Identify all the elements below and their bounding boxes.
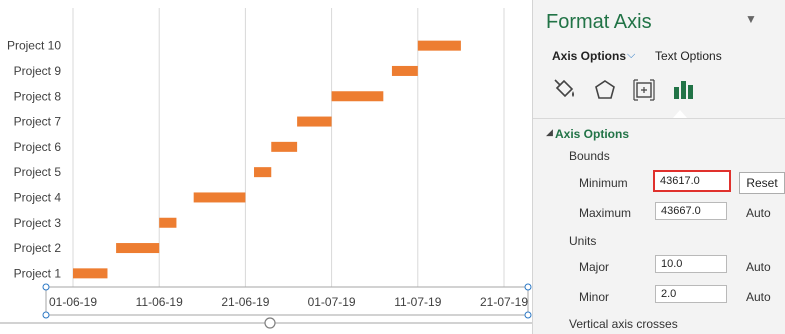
reset-button[interactable]: Reset (739, 172, 785, 194)
tab-text-options[interactable]: Text Options (655, 49, 722, 63)
selection-handle-1 (524, 283, 532, 291)
maximum-auto-label: Auto (746, 206, 771, 220)
bar-9 (391, 65, 418, 76)
x-tick-label-1: 11-06-19 (136, 295, 183, 309)
bar-3 (159, 217, 177, 228)
bar-5 (254, 167, 272, 178)
selection-handle-2 (42, 311, 50, 319)
pane-options-chevron-icon[interactable]: ▼ (745, 12, 757, 26)
y-tick-label-6: Project 6 (14, 140, 62, 154)
x-tick-label-5: 21-07-19 (480, 295, 528, 309)
x-tick-label-4: 11-07-19 (394, 295, 441, 309)
vertical-axis-crosses-label: Vertical axis crosses (569, 317, 678, 331)
minor-input[interactable]: 2.0 (655, 285, 727, 303)
section-axis-options[interactable]: Axis Options (555, 127, 629, 141)
gantt-chart-area[interactable]: Project 1 Project 2 Project 3 Project 4 Proj… (0, 0, 532, 334)
y-tick-label-4: Project 4 (14, 190, 62, 204)
y-tick-label-8: Project 8 (14, 89, 62, 103)
axis-options-bar-icon[interactable] (669, 76, 697, 104)
bounds-label: Bounds (569, 149, 610, 163)
axis-options-dropdown-icon[interactable]: ⌵ (627, 49, 635, 62)
pane-divider (533, 118, 785, 119)
effects-pentagon-icon[interactable] (591, 76, 619, 104)
x-tick-label-3: 01-07-19 (308, 295, 356, 309)
maximum-input[interactable]: 43667.0 (655, 202, 727, 220)
y-tick-label-9: Project 9 (14, 64, 62, 78)
minor-label: Minor (579, 290, 610, 304)
major-input[interactable]: 10.0 (655, 255, 727, 273)
bar-7 (297, 116, 332, 127)
size-properties-icon[interactable] (630, 76, 658, 104)
collapse-triangle-icon[interactable]: ◢ (546, 127, 553, 138)
bar-1 (73, 268, 108, 279)
format-axis-pane: Format Axis ▼ Axis Options ⌵ Text Option… (532, 0, 785, 334)
minimum-label: Minimum (579, 176, 628, 190)
maximum-label: Maximum (579, 206, 632, 220)
selection-handle-3 (524, 311, 532, 319)
fill-line-icon[interactable] (551, 76, 579, 104)
y-tick-label-1: Project 1 (14, 266, 62, 280)
y-tick-label-2: Project 2 (14, 241, 62, 255)
y-tick-label-7: Project 7 (14, 115, 62, 129)
bar-4 (193, 192, 246, 203)
selection-handle-0 (42, 283, 50, 291)
bar-10 (417, 40, 461, 51)
y-tick-label-10: Project 10 (7, 39, 61, 53)
x-axis-selection-box (45, 286, 529, 316)
units-label: Units (569, 234, 597, 248)
y-tick-label-3: Project 3 (14, 216, 62, 230)
major-auto-label: Auto (746, 260, 771, 274)
x-tick-label-2: 21-06-19 (221, 295, 269, 309)
bar-6 (271, 141, 298, 152)
x-tick-label-0: 01-06-19 (49, 295, 97, 309)
bar-8 (331, 91, 384, 102)
pane-title: Format Axis (546, 11, 652, 33)
minimum-input[interactable]: 43617.0 (653, 170, 731, 192)
minor-auto-label: Auto (746, 290, 771, 304)
selected-tab-pointer (673, 110, 687, 118)
bar-2 (116, 243, 160, 254)
y-tick-label-5: Project 5 (14, 165, 62, 179)
tab-axis-options[interactable]: Axis Options (552, 49, 626, 63)
major-label: Major (579, 260, 610, 274)
chart-resize-handle (264, 317, 276, 329)
gantt-chart[interactable]: Project 1 Project 2 Project 3 Project 4 Proj… (0, 0, 532, 334)
